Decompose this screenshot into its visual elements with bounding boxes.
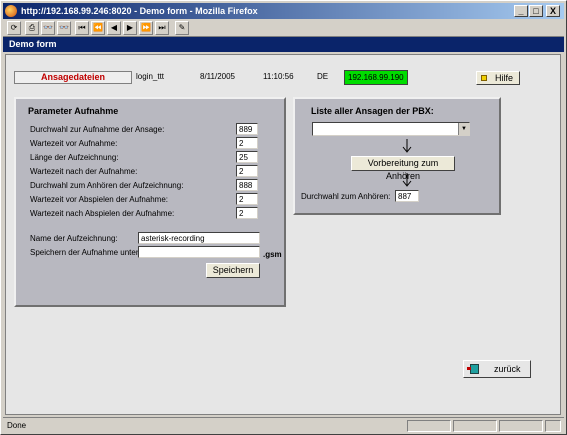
arrow-down-icon (402, 173, 412, 187)
print-icon[interactable]: ⎙ (25, 21, 39, 35)
rewind-icon[interactable]: ⏪ (91, 21, 105, 35)
language-label: DE (317, 72, 329, 81)
ansagedateien-button[interactable]: Ansagedateien (14, 71, 132, 84)
app-title: Demo form (9, 39, 57, 49)
edit-icon[interactable]: ✎ (175, 21, 189, 35)
last-icon[interactable]: ⏭ (155, 21, 169, 35)
param-input[interactable]: 888 (236, 179, 258, 191)
params-title: Parameter Aufnahme (28, 106, 119, 116)
save-as-label: Speichern der Aufnahme unter: (30, 248, 141, 257)
reload-icon[interactable]: ⟳ (7, 21, 21, 35)
arrow-down-icon (402, 139, 412, 153)
save-button[interactable]: Speichern (206, 263, 260, 278)
help-button-label: Hilfe (494, 73, 513, 83)
window-title: http://192.168.99.246:8020 - Demo form -… (21, 6, 258, 16)
recording-name-input[interactable]: asterisk-recording (138, 232, 260, 244)
minimize-button[interactable]: _ (514, 5, 528, 17)
maximize-button[interactable]: □ (529, 5, 543, 17)
prepare-listen-button[interactable]: Vorbereitung zum Anhören (351, 156, 455, 181)
time-label: 11:10:56 (263, 72, 294, 81)
exit-arrow-icon (467, 367, 471, 370)
status-cell (407, 420, 451, 432)
back-button[interactable]: zurück (463, 360, 531, 378)
params-panel: Parameter Aufnahme Durchwahl zur Aufnahm… (14, 97, 286, 307)
pbx-list-panel: Liste aller Ansagen der PBX: ▼ Vorbereit… (293, 97, 501, 215)
app-title-bar: Demo form (3, 37, 564, 52)
file-extension: .gsm (263, 250, 282, 259)
save-as-input[interactable] (138, 246, 260, 258)
fast-forward-icon[interactable]: ⏩ (139, 21, 153, 35)
param-label: Wartezeit nach der Aufnahme: (30, 167, 138, 176)
title-bar: http://192.168.99.246:8020 - Demo form -… (3, 3, 564, 19)
param-label: Wartezeit nach Abspielen der Aufnahme: (30, 209, 175, 218)
firefox-icon (5, 5, 17, 17)
help-icon (481, 75, 487, 81)
param-label: Wartezeit vor Aufnahme: (30, 139, 118, 148)
close-button[interactable]: X (546, 5, 560, 17)
param-input[interactable]: 2 (236, 207, 258, 219)
chevron-down-icon[interactable]: ▼ (458, 123, 469, 135)
pbx-list-title: Liste aller Ansagen der PBX: (311, 106, 434, 116)
help-button[interactable]: Hilfe (476, 71, 520, 85)
param-input[interactable]: 2 (236, 165, 258, 177)
prev-icon[interactable]: ◀ (107, 21, 121, 35)
header-strip: Ansagedateien login_ttt 8/11/2005 11:10:… (14, 69, 552, 87)
param-label: Länge der Aufzeichnung: (30, 153, 119, 162)
param-input[interactable]: 2 (236, 193, 258, 205)
status-cell (453, 420, 497, 432)
ip-badge: 192.168.99.190 (344, 70, 408, 85)
dial-listen-input[interactable]: 887 (395, 190, 419, 202)
name-label: Name der Aufzeichnung: (30, 234, 118, 243)
back-button-label: zurück (494, 364, 521, 374)
announcement-select[interactable]: ▼ (312, 122, 470, 136)
first-icon[interactable]: ⏮ (75, 21, 89, 35)
binoculars-icon[interactable]: 👓 (57, 21, 71, 35)
param-label: Durchwahl zur Aufnahme der Ansage: (30, 125, 165, 134)
user-label: login_ttt (136, 72, 165, 81)
status-bar: Done (3, 417, 564, 433)
status-cell (499, 420, 543, 432)
param-input[interactable]: 25 (236, 151, 258, 163)
param-label: Durchwahl zum Anhören der Aufzeichnung: (30, 181, 184, 190)
param-label: Wartezeit vor Abspielen der Aufnahme: (30, 195, 168, 204)
next-icon[interactable]: ▶ (123, 21, 137, 35)
param-input[interactable]: 2 (236, 137, 258, 149)
main-content: Ansagedateien login_ttt 8/11/2005 11:10:… (5, 54, 561, 415)
binoculars-icon[interactable]: 👓 (41, 21, 55, 35)
browser-window: http://192.168.99.246:8020 - Demo form -… (0, 0, 567, 435)
date-label: 8/11/2005 (200, 72, 235, 81)
exit-door-icon (470, 364, 479, 374)
toolbar: ⟳ ⎙ 👓 👓 ⏮ ⏪ ◀ ▶ ⏩ ⏭ ✎ (3, 20, 564, 37)
dial-listen-label: Durchwahl zum Anhören: (301, 192, 391, 201)
resize-grip[interactable] (545, 420, 561, 432)
param-input[interactable]: 889 (236, 123, 258, 135)
status-text: Done (7, 421, 27, 430)
